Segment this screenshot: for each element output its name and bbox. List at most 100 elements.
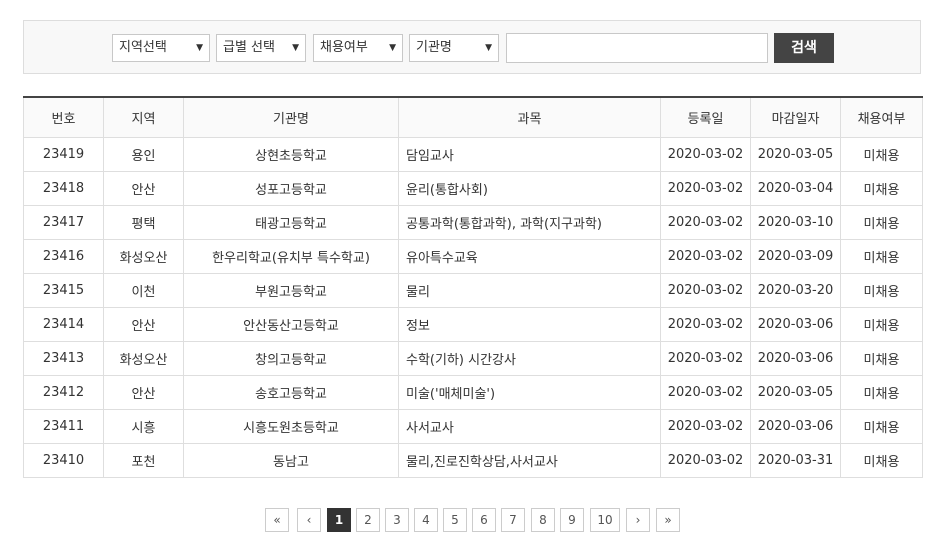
table-row[interactable]: 23416 화성오산 한우리학교(유치부 특수학교) 유아특수교육 2020-0… (23, 239, 923, 274)
cell-region: 이천 (103, 273, 184, 308)
cell-organization[interactable]: 태광고등학교 (183, 205, 399, 240)
keyword-input[interactable] (506, 33, 768, 63)
cell-hire-status: 미채용 (840, 341, 923, 376)
first-page-button[interactable]: « (265, 508, 289, 532)
cell-number: 23410 (23, 443, 104, 478)
cell-deadline: 2020-03-05 (750, 137, 841, 172)
cell-deadline: 2020-03-06 (750, 307, 841, 342)
cell-subject[interactable]: 수학(기하) 시간강사 (398, 341, 661, 376)
org-field-select-label: 기관명 (416, 40, 452, 55)
cell-registered-date: 2020-03-02 (660, 137, 751, 172)
cell-organization[interactable]: 성포고등학교 (183, 171, 399, 206)
cell-subject[interactable]: 정보 (398, 307, 661, 342)
cell-region: 화성오산 (103, 341, 184, 376)
cell-organization[interactable]: 부원고등학교 (183, 273, 399, 308)
table-row[interactable]: 23419 용인 상현초등학교 담임교사 2020-03-02 2020-03-… (23, 137, 923, 172)
cell-number: 23413 (23, 341, 104, 376)
cell-region: 안산 (103, 307, 184, 342)
page-button[interactable]: 7 (501, 508, 525, 532)
cell-organization[interactable]: 창의고등학교 (183, 341, 399, 376)
table-row[interactable]: 23410 포천 동남고 물리,진로진학상담,사서교사 2020-03-02 2… (23, 443, 923, 478)
table-row[interactable]: 23412 안산 송호고등학교 미술('매체미술') 2020-03-02 20… (23, 375, 923, 410)
page-button[interactable]: 8 (531, 508, 555, 532)
header-deadline: 마감일자 (750, 96, 841, 138)
cell-hire-status: 미채용 (840, 409, 923, 444)
org-field-select[interactable]: 기관명 ▼ (409, 34, 499, 62)
header-organization: 기관명 (183, 96, 399, 138)
cell-subject[interactable]: 공통과학(통합과학), 과학(지구과학) (398, 205, 661, 240)
page-button[interactable]: 4 (414, 508, 438, 532)
grade-select[interactable]: 급별 선택 ▼ (216, 34, 306, 62)
cell-region: 화성오산 (103, 239, 184, 274)
cell-hire-status: 미채용 (840, 239, 923, 274)
cell-region: 포천 (103, 443, 184, 478)
cell-deadline: 2020-03-31 (750, 443, 841, 478)
cell-subject[interactable]: 윤리(통합사회) (398, 171, 661, 206)
cell-number: 23411 (23, 409, 104, 444)
chevron-down-icon: ▼ (389, 43, 396, 53)
cell-deadline: 2020-03-04 (750, 171, 841, 206)
header-subject: 과목 (398, 96, 661, 138)
cell-hire-status: 미채용 (840, 171, 923, 206)
table-row[interactable]: 23417 평택 태광고등학교 공통과학(통합과학), 과학(지구과학) 202… (23, 205, 923, 240)
cell-deadline: 2020-03-06 (750, 341, 841, 376)
cell-number: 23414 (23, 307, 104, 342)
header-number: 번호 (23, 96, 104, 138)
cell-registered-date: 2020-03-02 (660, 409, 751, 444)
cell-organization[interactable]: 동남고 (183, 443, 399, 478)
page-button[interactable]: 10 (590, 508, 620, 532)
cell-deadline: 2020-03-10 (750, 205, 841, 240)
table-row[interactable]: 23414 안산 안산동산고등학교 정보 2020-03-02 2020-03-… (23, 307, 923, 342)
cell-organization[interactable]: 한우리학교(유치부 특수학교) (183, 239, 399, 274)
search-button[interactable]: 검색 (774, 33, 834, 63)
cell-number: 23418 (23, 171, 104, 206)
region-select[interactable]: 지역선택 ▼ (112, 34, 210, 62)
header-hire-status: 채용여부 (840, 96, 923, 138)
cell-subject[interactable]: 유아특수교육 (398, 239, 661, 274)
cell-registered-date: 2020-03-02 (660, 375, 751, 410)
cell-number: 23417 (23, 205, 104, 240)
cell-subject[interactable]: 담임교사 (398, 137, 661, 172)
cell-region: 용인 (103, 137, 184, 172)
cell-organization[interactable]: 시흥도원초등학교 (183, 409, 399, 444)
cell-organization[interactable]: 상현초등학교 (183, 137, 399, 172)
cell-registered-date: 2020-03-02 (660, 307, 751, 342)
cell-hire-status: 미채용 (840, 375, 923, 410)
page-button[interactable]: 2 (356, 508, 380, 532)
cell-registered-date: 2020-03-02 (660, 171, 751, 206)
cell-region: 안산 (103, 375, 184, 410)
cell-deadline: 2020-03-05 (750, 375, 841, 410)
page-button[interactable]: 3 (385, 508, 409, 532)
cell-region: 안산 (103, 171, 184, 206)
cell-subject[interactable]: 물리,진로진학상담,사서교사 (398, 443, 661, 478)
page-button[interactable]: 9 (560, 508, 584, 532)
grade-select-label: 급별 선택 (223, 40, 275, 55)
cell-deadline: 2020-03-06 (750, 409, 841, 444)
header-region: 지역 (103, 96, 184, 138)
table-row[interactable]: 23415 이천 부원고등학교 물리 2020-03-02 2020-03-20… (23, 273, 923, 308)
cell-registered-date: 2020-03-02 (660, 341, 751, 376)
cell-number: 23419 (23, 137, 104, 172)
table-row[interactable]: 23411 시흥 시흥도원초등학교 사서교사 2020-03-02 2020-0… (23, 409, 923, 444)
job-posting-table: 번호 지역 기관명 과목 등록일 마감일자 채용여부 23419 용인 상현초등… (23, 96, 923, 478)
page-button-current[interactable]: 1 (327, 508, 351, 532)
cell-registered-date: 2020-03-02 (660, 443, 751, 478)
cell-subject[interactable]: 물리 (398, 273, 661, 308)
cell-hire-status: 미채용 (840, 307, 923, 342)
page-button[interactable]: 6 (472, 508, 496, 532)
hire-status-select-label: 채용여부 (320, 40, 368, 55)
cell-organization[interactable]: 송호고등학교 (183, 375, 399, 410)
table-row[interactable]: 23418 안산 성포고등학교 윤리(통합사회) 2020-03-02 2020… (23, 171, 923, 206)
table-header-row: 번호 지역 기관명 과목 등록일 마감일자 채용여부 (23, 96, 923, 138)
cell-registered-date: 2020-03-02 (660, 239, 751, 274)
prev-page-button[interactable]: ‹ (297, 508, 321, 532)
hire-status-select[interactable]: 채용여부 ▼ (313, 34, 403, 62)
cell-subject[interactable]: 사서교사 (398, 409, 661, 444)
next-page-button[interactable]: › (626, 508, 650, 532)
cell-subject[interactable]: 미술('매체미술') (398, 375, 661, 410)
cell-region: 시흥 (103, 409, 184, 444)
table-row[interactable]: 23413 화성오산 창의고등학교 수학(기하) 시간강사 2020-03-02… (23, 341, 923, 376)
page-button[interactable]: 5 (443, 508, 467, 532)
last-page-button[interactable]: » (656, 508, 680, 532)
cell-organization[interactable]: 안산동산고등학교 (183, 307, 399, 342)
